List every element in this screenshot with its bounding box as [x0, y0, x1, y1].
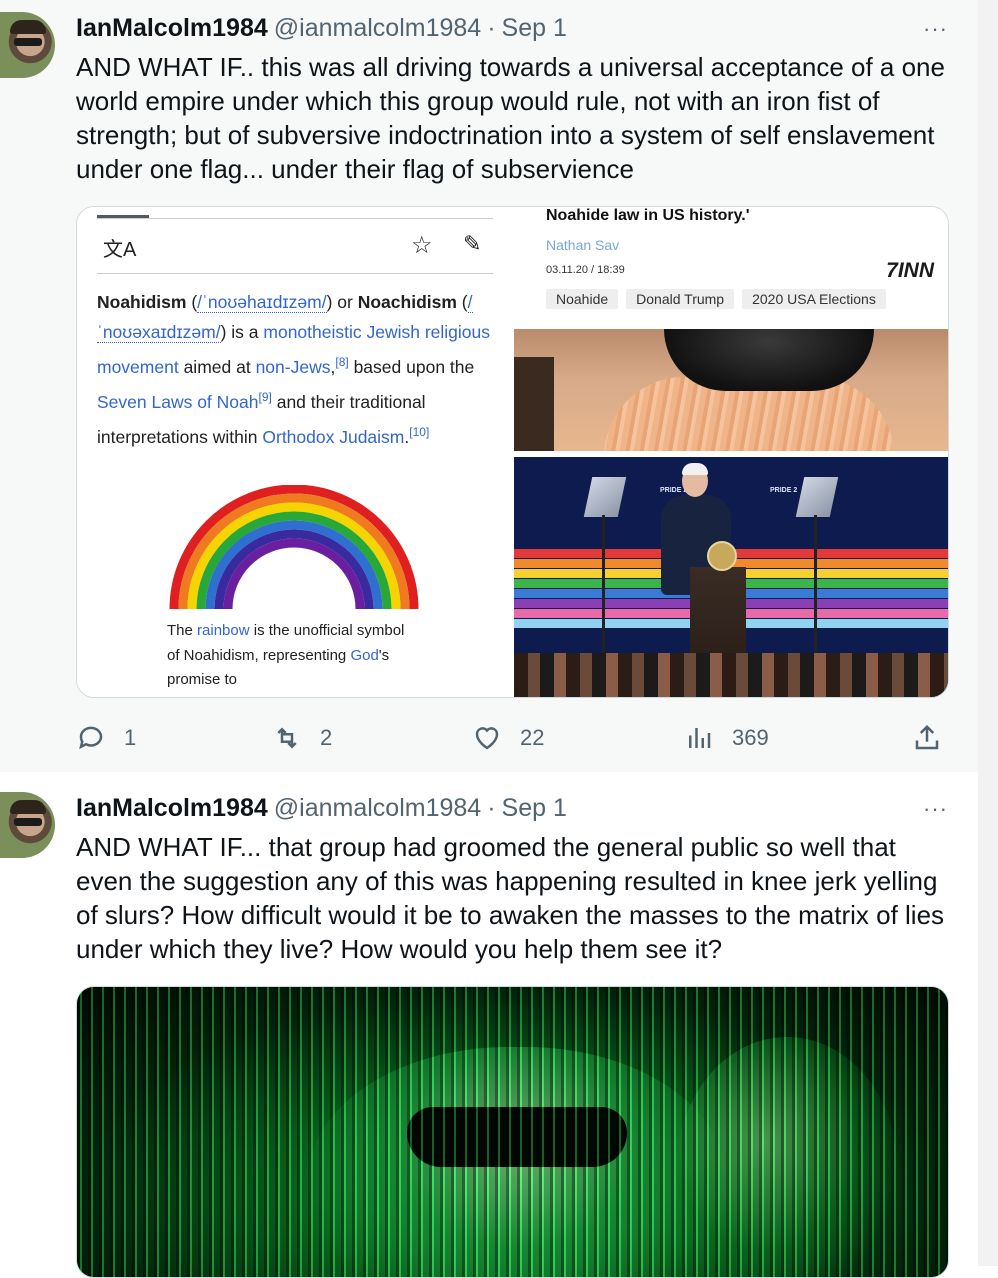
reply-icon [79, 726, 103, 750]
like-count: 22 [520, 725, 545, 750]
teleprompter [795, 477, 839, 517]
tweet-text: AND WHAT IF... that group had groomed th… [76, 832, 945, 964]
translate-icon: 文A [103, 239, 137, 261]
author-name[interactable]: IanMalcolm1984 [76, 794, 268, 823]
more-options-icon[interactable]: ··· [923, 16, 948, 42]
views-icon [689, 728, 711, 748]
scroll-gutter [978, 0, 998, 1266]
author-handle[interactable]: @ianmalcolm1984 [274, 794, 481, 823]
author-handle[interactable]: @ianmalcolm1984 [274, 14, 481, 43]
wiki-ipa: /ˈnoʊəhaɪdɪzəm/ [197, 292, 327, 313]
header-separator: · [487, 793, 496, 822]
tweet-actions: 1 2 22 369 [76, 716, 946, 760]
news-author: Nathan Sav [546, 237, 620, 253]
media-grid[interactable]: 文A ☆ ✎ Noahidism (/ˈnoʊəhaɪdɪzəm/) or No… [76, 206, 949, 698]
media-news-screenshot[interactable]: Noahide law in US history.' Nathan Sav 0… [514, 207, 948, 451]
views-button[interactable]: 369 [684, 716, 769, 760]
news-photo-kippah [664, 329, 874, 391]
tweet-date[interactable]: Sep 1 [502, 794, 567, 823]
news-tag: 2020 USA Elections [742, 289, 886, 309]
avatar[interactable] [0, 12, 55, 78]
news-photo-shadow [514, 357, 554, 451]
caption-text: The [167, 622, 193, 639]
pencil-icon: ✎ [463, 231, 482, 256]
wiki-text: aimed at [183, 356, 251, 377]
media-wikipedia-screenshot[interactable]: 文A ☆ ✎ Noahidism (/ˈnoʊəhaɪdɪzəm/) or No… [77, 207, 514, 697]
wiki-link: Orthodox Judaism [262, 426, 405, 447]
wiki-text: is a [231, 322, 259, 342]
like-button[interactable]: 22 [472, 716, 544, 760]
wiki-ref: [8] [335, 355, 349, 369]
stage-banner: PRIDE 2 [770, 487, 798, 494]
media-stage-photo[interactable]: PRIDE 2023 PRIDE 2 [514, 457, 948, 697]
wiki-term: Noachidism [357, 292, 457, 312]
wiki-ref: [10] [409, 424, 430, 439]
tweet[interactable]: IanMalcolm1984 @ianmalcolm1984 · Sep 1 ·… [0, 0, 978, 772]
share-button[interactable] [912, 716, 942, 760]
teleprompter-pole [814, 515, 817, 675]
rainbow-image [169, 485, 419, 610]
heart-icon [475, 727, 499, 750]
wiki-link: Seven Laws of Noah [97, 391, 259, 412]
caption-link: God [350, 646, 379, 664]
author-name[interactable]: IanMalcolm1984 [76, 14, 268, 43]
wiki-term: Noahidism [97, 292, 187, 312]
avatar[interactable] [0, 792, 55, 858]
tweet-date[interactable]: Sep 1 [502, 14, 567, 43]
tweet-header: IanMalcolm1984 @ianmalcolm1984 · Sep 1 [76, 14, 567, 42]
retweet-button[interactable]: 2 [272, 716, 332, 760]
tweet-text: AND WHAT IF.. this was all driving towar… [76, 52, 945, 184]
avatar-hair [10, 20, 46, 34]
star-icon: ☆ [411, 232, 433, 259]
news-timestamp: 03.11.20 / 18:39 [546, 264, 625, 276]
news-logo: 7INN [886, 259, 934, 282]
news-tags: Noahide Donald Trump 2020 USA Elections [546, 289, 886, 309]
wiki-divider [97, 218, 493, 219]
avatar-glasses [14, 818, 42, 826]
wiki-text: or [337, 292, 353, 312]
views-count: 369 [732, 725, 769, 750]
matrix-code-rain [77, 987, 948, 1277]
more-options-icon[interactable]: ··· [923, 796, 948, 822]
media-matrix-gif[interactable] [76, 986, 949, 1278]
wiki-paragraph: Noahidism (/ˈnoʊəhaɪdɪzəm/) or Noachidis… [97, 292, 491, 447]
wiki-text: based upon the [353, 356, 475, 377]
news-tag: Donald Trump [626, 289, 735, 309]
speaker-hair [682, 463, 708, 475]
reply-count: 1 [124, 725, 137, 750]
wiki-ref: [9] [258, 389, 272, 404]
news-tag: Noahide [546, 289, 619, 309]
news-headline: Noahide law in US history.' [546, 207, 750, 224]
retweet-icon [277, 727, 297, 749]
retweet-count: 2 [320, 725, 333, 750]
avatar-glasses [14, 38, 42, 46]
crowd [514, 653, 948, 697]
presidential-seal [707, 541, 737, 571]
wiki-caption: The rainbow is the unofficial symbol of … [167, 619, 407, 693]
share-icon [915, 724, 939, 750]
reply-button[interactable]: 1 [76, 716, 136, 760]
wiki-divider [97, 273, 493, 274]
header-separator: · [487, 13, 496, 42]
wiki-link: non-Jews [255, 356, 331, 377]
teleprompter [583, 477, 627, 517]
caption-link: rainbow [197, 622, 250, 639]
avatar-hair [10, 800, 46, 814]
tweet-header: IanMalcolm1984 @ianmalcolm1984 · Sep 1 [76, 794, 567, 822]
teleprompter-pole [602, 515, 605, 675]
